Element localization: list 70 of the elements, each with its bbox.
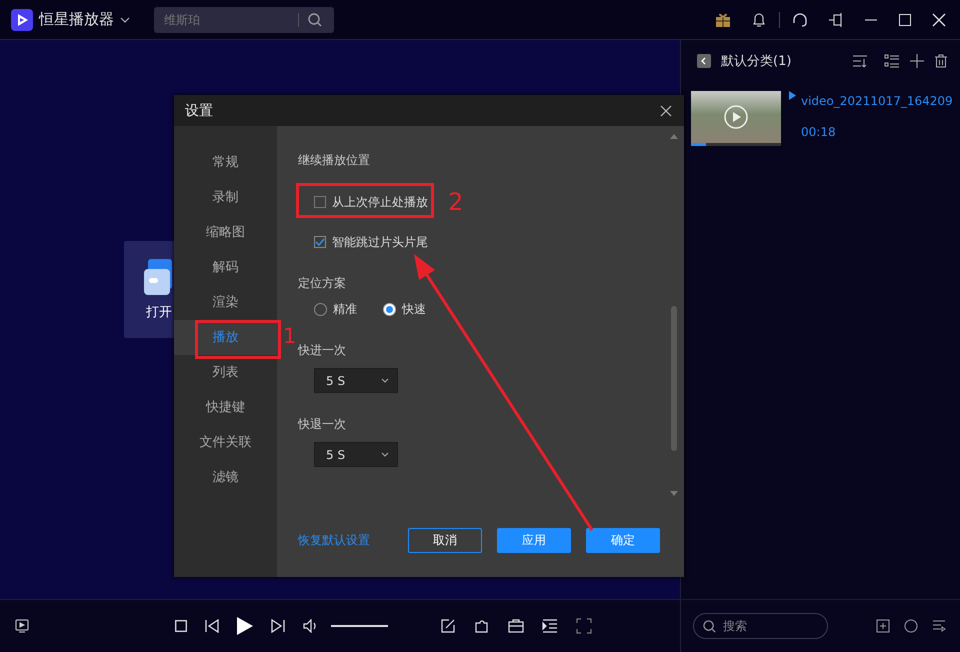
edit-icon[interactable] [440, 618, 456, 634]
folder-icon [144, 259, 174, 295]
ok-button[interactable]: 确定 [586, 528, 660, 553]
open-file-label: 打开 [146, 304, 172, 321]
chevron-down-icon [381, 378, 389, 383]
playlist-title: 默认分类(1) [721, 53, 792, 70]
section-heading: 快退一次 [298, 417, 346, 431]
search-icon[interactable] [703, 620, 716, 633]
bell-icon[interactable] [751, 12, 767, 28]
settings-nav-item[interactable]: 录制 [174, 180, 277, 215]
video-thumbnail[interactable] [691, 91, 781, 143]
reset-defaults-link[interactable]: 恢复默认设置 [298, 532, 370, 549]
checkbox[interactable] [314, 236, 326, 248]
screen-cast-icon[interactable] [15, 619, 29, 633]
section-heading: 快进一次 [298, 343, 346, 357]
headset-icon[interactable] [792, 12, 808, 28]
search-icon[interactable] [308, 12, 322, 26]
maximize-icon[interactable] [898, 12, 912, 26]
settings-nav-item[interactable]: 滤镜 [174, 460, 277, 495]
back-icon[interactable] [697, 54, 711, 68]
section-heading: 继续播放位置 [298, 153, 370, 167]
search-field[interactable]: 维斯珀 [154, 6, 334, 32]
scroll-up-icon[interactable] [670, 134, 678, 139]
settings-nav-item[interactable]: 列表 [174, 355, 277, 390]
step-number: 1 [283, 326, 296, 347]
sort-icon[interactable] [852, 54, 868, 68]
pin-icon[interactable] [828, 12, 844, 28]
chevron-down-icon [381, 452, 389, 457]
cancel-button[interactable]: 取消 [408, 528, 482, 553]
stop-icon[interactable] [175, 620, 188, 632]
play-icon[interactable] [237, 617, 254, 635]
dropdown[interactable]: 5 S [314, 442, 398, 467]
list-icon[interactable] [884, 54, 900, 68]
dialog-title: 设置 [185, 102, 213, 120]
dropdown[interactable]: 5 S [314, 368, 398, 393]
radio-button[interactable] [383, 302, 396, 316]
video-name[interactable]: video_20211017_164209 [801, 94, 953, 108]
play-circle-icon [724, 105, 748, 129]
trash-icon[interactable] [934, 54, 948, 68]
playlist-search-field[interactable]: 搜索 [693, 613, 828, 639]
fullscreen-icon[interactable] [576, 618, 592, 634]
step-number: 2 [448, 190, 464, 214]
checkbox-label[interactable]: 智能跳过片头片尾 [332, 234, 428, 250]
add-icon[interactable] [910, 54, 924, 68]
scrollbar-thumb[interactable] [671, 306, 677, 451]
close-icon[interactable] [660, 104, 672, 116]
apply-button[interactable]: 应用 [497, 528, 571, 553]
settings-nav-item[interactable]: 常规 [174, 145, 277, 180]
radio-label[interactable]: 精准 [333, 300, 357, 318]
close-icon[interactable] [932, 12, 946, 26]
app-title[interactable]: 恒星播放器 [39, 10, 114, 29]
radio-label[interactable]: 快速 [402, 300, 426, 318]
chevron-down-icon[interactable] [120, 16, 130, 22]
radio-button[interactable] [314, 302, 327, 316]
playlist-toggle-icon[interactable] [542, 618, 558, 634]
section-heading: 定位方案 [298, 276, 346, 290]
toolbox-icon[interactable] [508, 618, 524, 634]
checkbox[interactable] [314, 196, 326, 208]
settings-nav-item[interactable]: 快捷键 [174, 390, 277, 425]
next-icon[interactable] [271, 619, 286, 633]
scroll-down-icon[interactable] [670, 491, 678, 496]
settings-nav-item[interactable]: 文件关联 [174, 425, 277, 460]
video-duration: 00:18 [801, 125, 837, 139]
app-logo-icon [11, 8, 33, 30]
gift-icon[interactable] [715, 12, 731, 28]
playlist-icon[interactable] [932, 619, 946, 633]
add-file-icon[interactable] [876, 619, 890, 633]
settings-nav-item[interactable]: 播放 [174, 320, 277, 355]
previous-icon[interactable] [205, 619, 220, 633]
checkbox-label[interactable]: 从上次停止处播放 [332, 194, 428, 210]
